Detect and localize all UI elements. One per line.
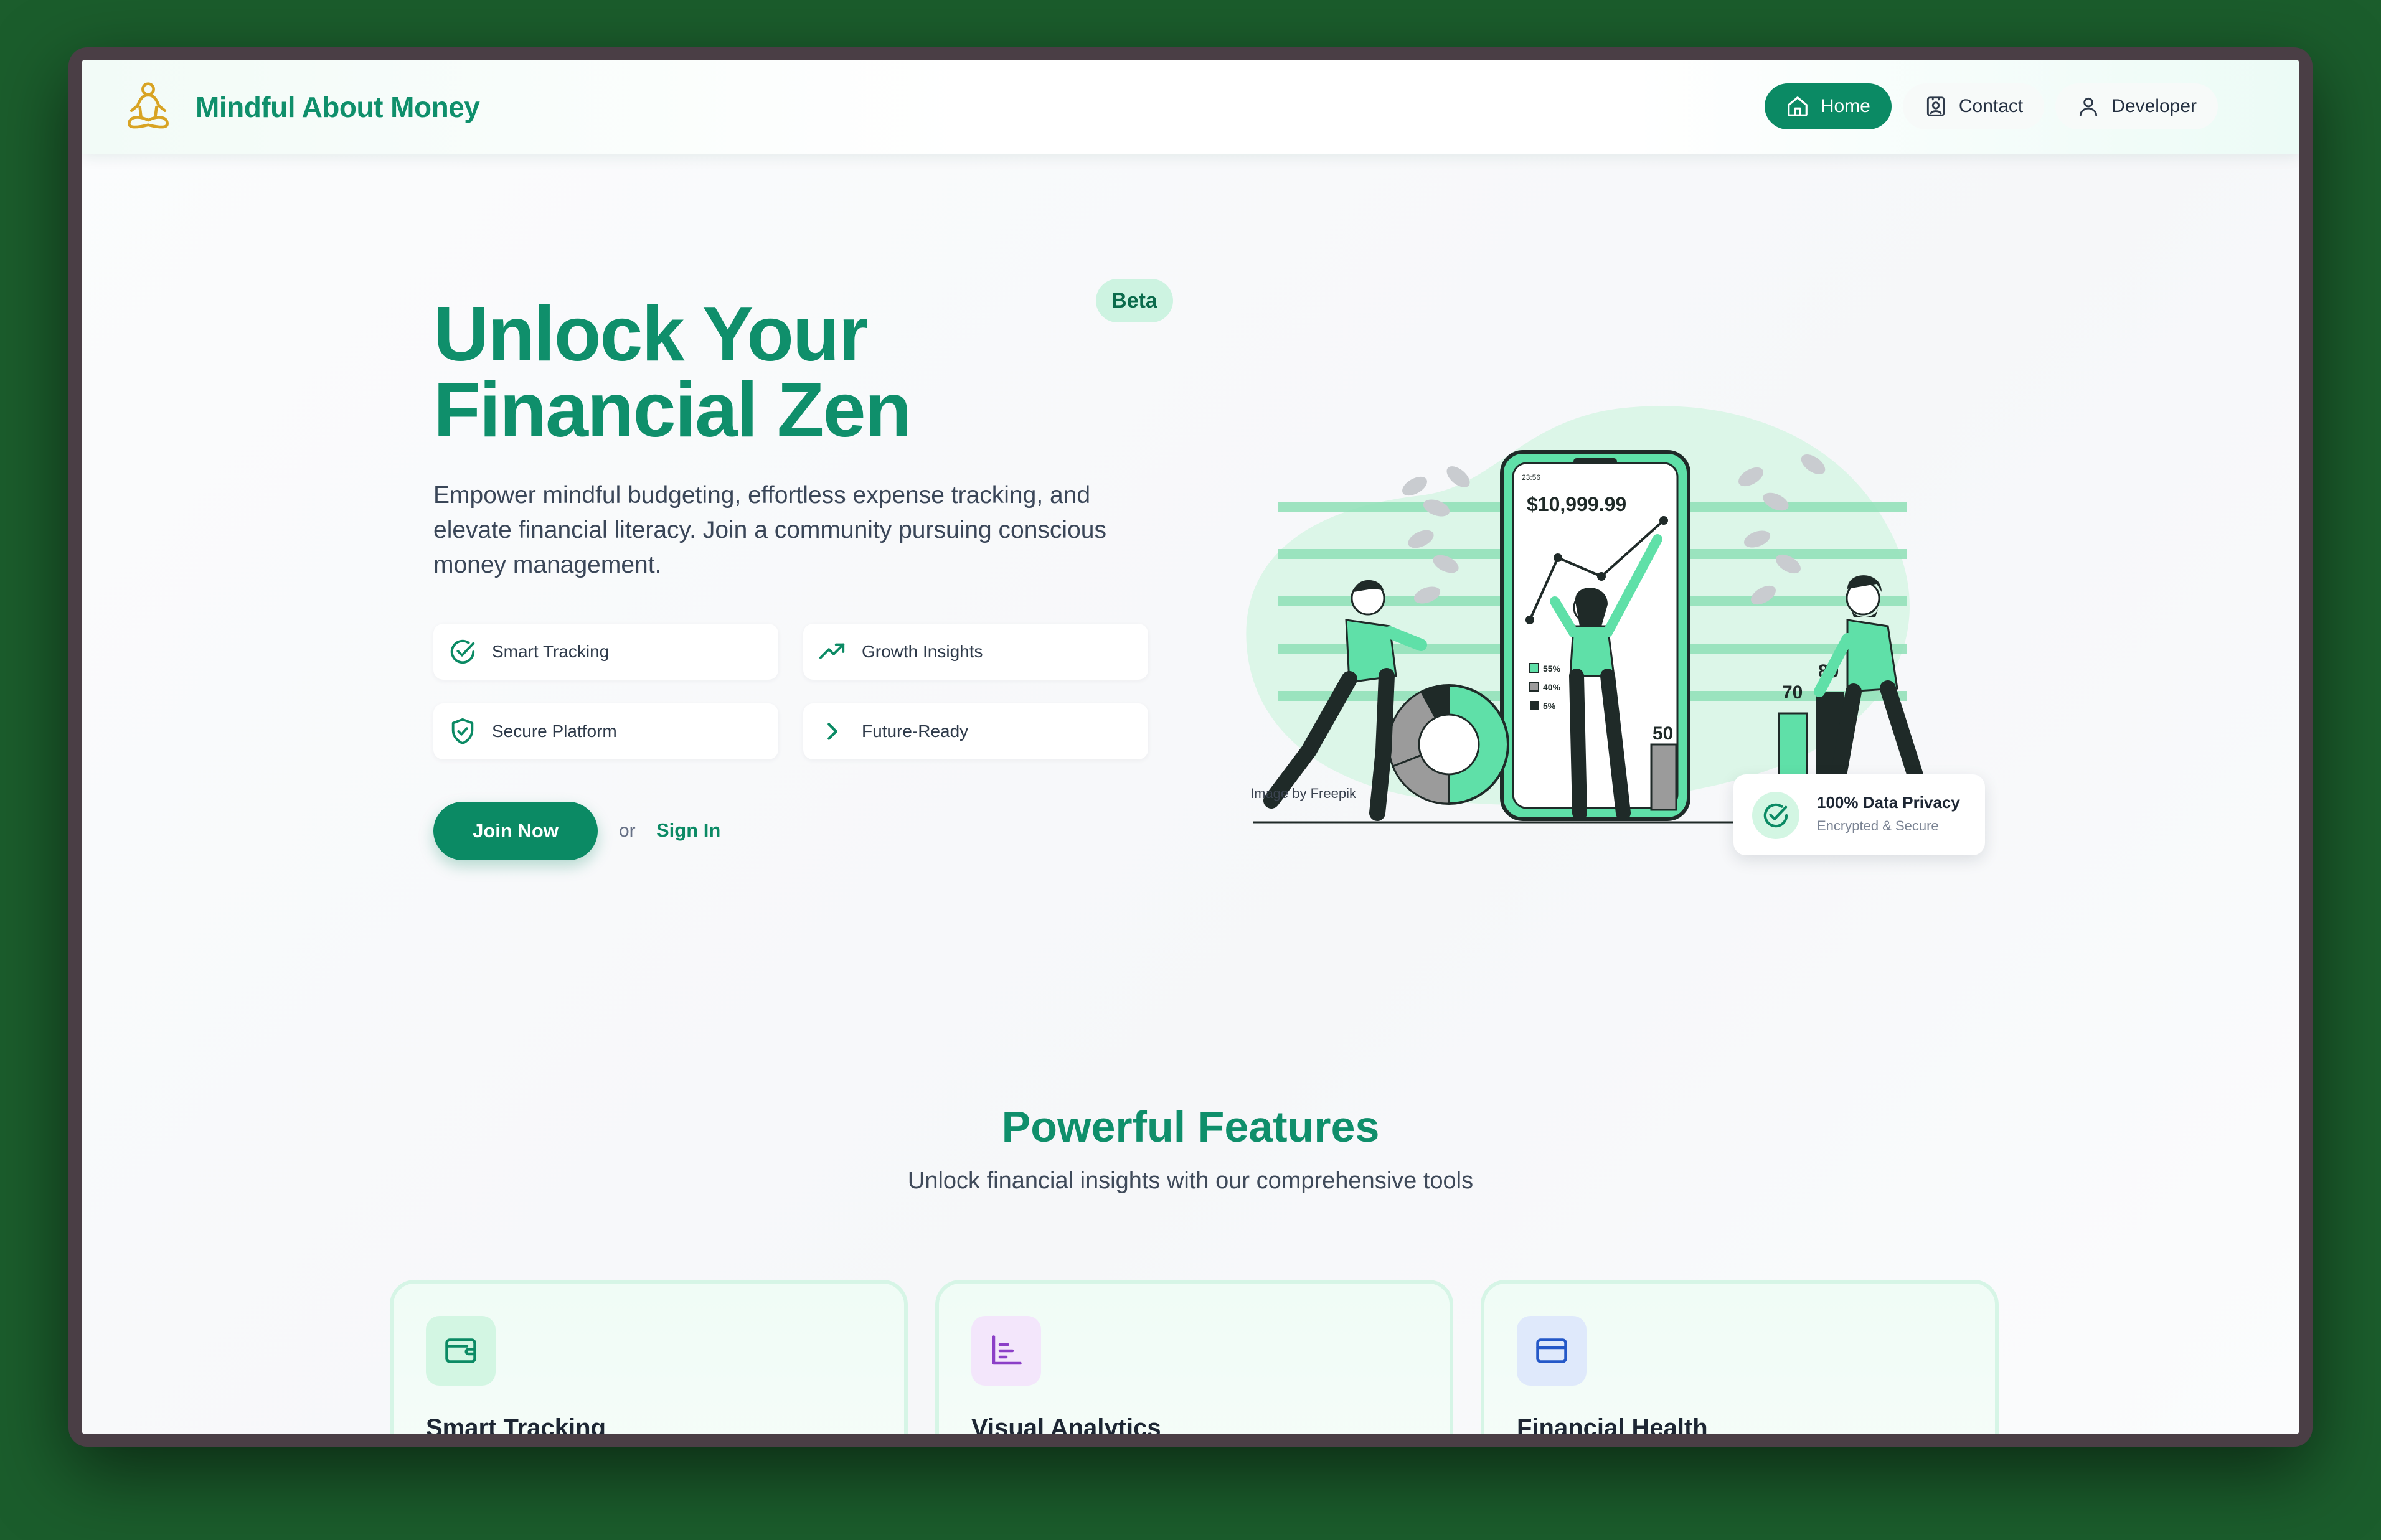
feature-chip-secure-platform: Secure Platform <box>433 703 778 759</box>
feature-chip-label: Growth Insights <box>862 642 983 661</box>
features-title: Powerful Features <box>1001 1102 1380 1151</box>
privacy-card: 100% Data Privacy Encrypted & Secure <box>1733 774 1985 855</box>
feature-chip-growth-insights: Growth Insights <box>803 624 1148 680</box>
brand-name: Mindful About Money <box>196 91 480 123</box>
legend-value: 40% <box>1543 682 1561 692</box>
beta-badge: Beta <box>1096 279 1173 322</box>
brand[interactable]: Mindful About Money <box>120 78 480 136</box>
feature-chip-future-ready: Future-Ready <box>803 703 1148 759</box>
home-icon <box>1787 96 1808 116</box>
privacy-title: 100% Data Privacy <box>1817 793 1960 812</box>
hero-title-line-2: Financial Zen <box>433 367 912 453</box>
phone-balance: $10,999.99 <box>1527 493 1626 515</box>
navbar: Mindful About Money Home Contact Develop… <box>82 60 2299 154</box>
or-separator: or <box>619 820 636 841</box>
contact-card-icon <box>1926 96 1945 116</box>
wallet-icon <box>445 1338 476 1363</box>
feature-card-financial-health[interactable]: Financial Health <box>1481 1280 1999 1434</box>
bar-chart-icon <box>992 1335 1022 1365</box>
meditation-person-icon <box>128 82 169 129</box>
main-nav: Home Contact Developer <box>1764 83 2218 129</box>
credit-card-icon <box>1536 1338 1567 1363</box>
hero-title-line-1: Unlock Your <box>433 291 869 377</box>
chevron-right-icon <box>827 723 837 740</box>
nav-contact[interactable]: Contact <box>1902 83 2045 129</box>
image-credit: Image by Freepik <box>1250 786 1356 801</box>
trending-up-icon <box>819 643 845 659</box>
legend-value: 5% <box>1543 701 1556 711</box>
privacy-subtitle: Encrypted & Secure <box>1817 818 1939 833</box>
shield-check-icon <box>451 718 474 745</box>
card-title: Financial Health <box>1517 1414 1708 1434</box>
page-viewport: Mindful About Money Home Contact Develop… <box>82 60 2299 1434</box>
feature-chip-label: Smart Tracking <box>492 642 610 661</box>
nav-home[interactable]: Home <box>1764 83 1892 129</box>
bar-label: 70 <box>1782 682 1803 703</box>
hero-illustration: 23:56 $10,999.99 55% 40% 5% 50 70 80 <box>1246 406 1933 824</box>
phone-time: 23:56 <box>1522 473 1540 482</box>
nav-developer-label: Developer <box>2111 96 2197 116</box>
card-icon-wrap <box>971 1316 1041 1386</box>
feature-card-visual-analytics[interactable]: Visual Analytics <box>935 1280 1453 1434</box>
card-title: Smart Tracking <box>426 1414 606 1434</box>
nav-contact-label: Contact <box>1958 96 2024 116</box>
check-circle-icon <box>450 639 475 664</box>
feature-chip-label: Secure Platform <box>492 721 617 741</box>
legend-value: 55% <box>1543 664 1561 674</box>
feature-card-smart-tracking[interactable]: Smart Tracking <box>390 1280 908 1434</box>
hero-title: Unlock Your Financial Zen <box>433 296 912 449</box>
features-subtitle: Unlock financial insights with our compr… <box>907 1168 1474 1194</box>
bar-label: 50 <box>1653 723 1673 744</box>
check-circle-icon <box>1752 792 1799 839</box>
feature-chip-smart-tracking: Smart Tracking <box>433 624 778 680</box>
hero-description: Empower mindful budgeting, effortless ex… <box>433 482 1106 578</box>
card-icon-wrap <box>426 1316 496 1386</box>
card-title: Visual Analytics <box>971 1414 1161 1434</box>
user-icon <box>2080 97 2098 116</box>
sign-in-link[interactable]: Sign In <box>656 819 720 842</box>
nav-developer[interactable]: Developer <box>2055 83 2218 129</box>
join-now-button[interactable]: Join Now <box>433 802 598 860</box>
feature-chip-label: Future-Ready <box>862 721 969 741</box>
nav-home-label: Home <box>1820 96 1870 116</box>
card-icon-wrap <box>1517 1316 1587 1386</box>
